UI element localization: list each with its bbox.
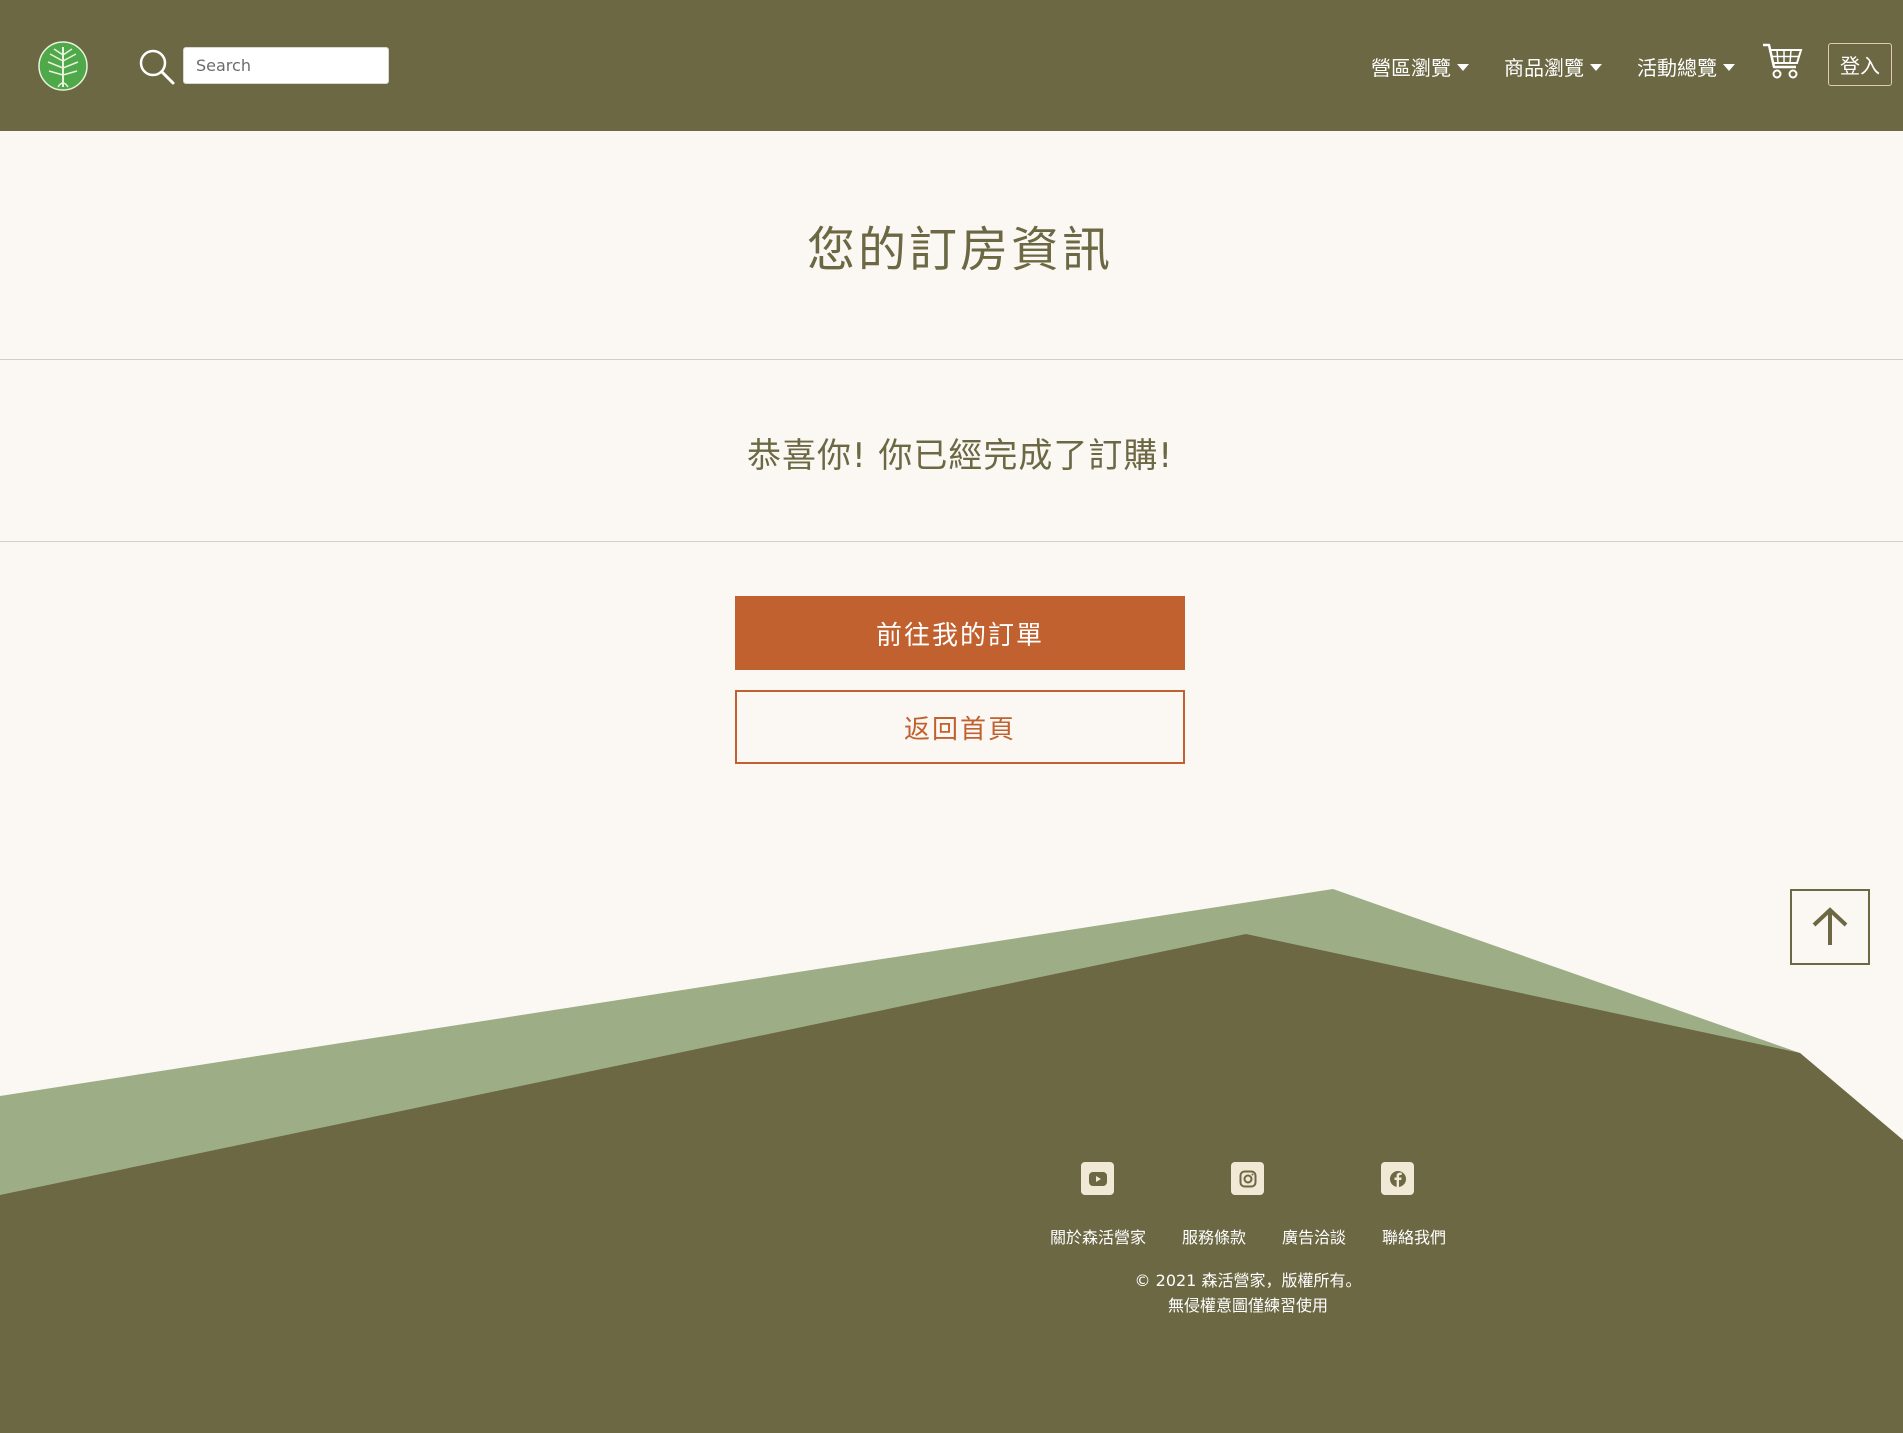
page-title: 您的訂房資訊: [806, 222, 1113, 278]
divider-bottom: [0, 541, 1903, 542]
arrow-up-icon: [1812, 907, 1848, 945]
nav-product-browse[interactable]: 商品瀏覽: [1504, 50, 1602, 82]
back-to-top-button[interactable]: [1790, 889, 1870, 965]
nav-camp-browse[interactable]: 營區瀏覽: [1371, 50, 1469, 82]
nav-product-browse-label: 商品瀏覽: [1504, 55, 1584, 80]
youtube-icon[interactable]: [1081, 1162, 1114, 1195]
copyright-line-1: © 2021 森活營家，版權所有。: [1134, 1271, 1362, 1290]
nav-activity-overview-label: 活動總覽: [1637, 55, 1717, 80]
divider-top: [0, 359, 1903, 360]
copyright: © 2021 森活營家，版權所有。 無侵權意圖僅練習使用: [1048, 1268, 1448, 1318]
search-input[interactable]: [183, 47, 389, 84]
login-button[interactable]: 登入: [1828, 43, 1892, 86]
go-to-orders-button[interactable]: 前往我的訂單: [735, 596, 1185, 670]
footer-link-about[interactable]: 關於森活營家: [1050, 1224, 1146, 1248]
footer-link-ads[interactable]: 廣告洽談: [1282, 1224, 1346, 1248]
back-home-button[interactable]: 返回首頁: [735, 690, 1185, 764]
facebook-icon[interactable]: [1381, 1162, 1414, 1195]
chevron-down-icon: [1457, 63, 1469, 71]
search-icon[interactable]: [138, 48, 176, 86]
copyright-line-2: 無侵權意圖僅練習使用: [1167, 1296, 1328, 1315]
footer-link-contact[interactable]: 聯絡我們: [1382, 1224, 1446, 1248]
site-header: 營區瀏覽 商品瀏覽 活動總覽 登入: [0, 0, 1903, 131]
success-message: 恭喜你! 你已經完成了訂購!: [746, 436, 1174, 476]
chevron-down-icon: [1723, 63, 1735, 71]
cart-icon[interactable]: [1761, 41, 1803, 81]
nav-activity-overview[interactable]: 活動總覽: [1637, 50, 1735, 82]
instagram-icon[interactable]: [1231, 1162, 1264, 1195]
nav-camp-browse-label: 營區瀏覽: [1371, 55, 1451, 80]
chevron-down-icon: [1590, 63, 1602, 71]
footer-link-terms[interactable]: 服務條款: [1182, 1224, 1246, 1248]
logo-tree-icon[interactable]: [38, 41, 88, 91]
